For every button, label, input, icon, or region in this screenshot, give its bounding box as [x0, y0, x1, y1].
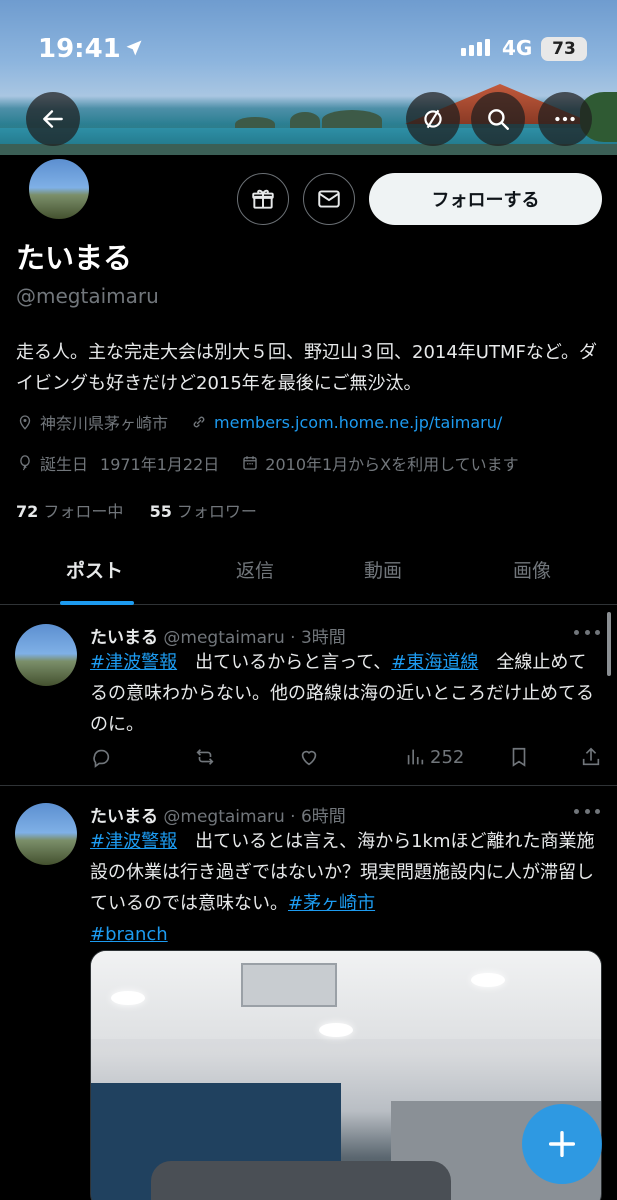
profile-joined: 2010年1月からXを利用しています — [265, 455, 519, 474]
message-button[interactable] — [303, 173, 355, 225]
display-name: たいまる — [16, 241, 133, 275]
repost-button[interactable] — [194, 746, 216, 768]
heart-icon — [301, 750, 317, 766]
hashtag-link[interactable]: #津波警報 — [90, 831, 177, 852]
bookmark-icon — [512, 747, 526, 767]
like-button[interactable] — [298, 746, 320, 768]
profile-bio: 走る人。主な完走大会は別大５回、野辺山３回、2014年UTMFなど。ダイビングも… — [16, 342, 597, 394]
tweet-more-icon[interactable] — [574, 630, 600, 638]
followers-count: 55 — [149, 502, 172, 521]
tweet-time[interactable]: 6時間 — [301, 807, 346, 827]
repost-icon — [196, 749, 214, 765]
tweet-avatar[interactable] — [15, 803, 77, 865]
profile-handle: @megtaimaru — [16, 284, 159, 308]
active-tab-indicator — [60, 601, 134, 605]
follow-button[interactable]: フォローする — [369, 173, 602, 225]
share-button[interactable] — [580, 746, 602, 768]
photo-ceiling-light — [319, 1023, 353, 1037]
envelope-icon — [318, 190, 340, 208]
tab-replies[interactable]: 返信 — [236, 556, 274, 583]
hashtag-link[interactable]: #茅ヶ崎市 — [288, 893, 375, 914]
tweet-avatar[interactable] — [15, 624, 77, 686]
tab-videos[interactable]: 動画 — [364, 556, 402, 583]
reply-icon — [93, 749, 110, 768]
profile-avatar[interactable] — [26, 156, 92, 222]
profile-tabs: ポスト 返信 動画 画像 — [0, 540, 617, 605]
tweet-author-name[interactable]: たいまる — [90, 807, 158, 827]
bookmark-button[interactable] — [508, 746, 530, 768]
tab-posts[interactable]: ポスト — [66, 556, 123, 583]
tweet-text: #津波警報 出ているとは言え、海から1kmほど離れた商業施設の休業は行き過ぎでは… — [90, 826, 602, 950]
network-type: 4G — [502, 36, 533, 60]
views-count: 252 — [430, 746, 465, 768]
link-icon — [193, 416, 205, 428]
tweet-separator: · — [290, 628, 296, 648]
more-button[interactable] — [538, 92, 592, 146]
photo-ceiling-light — [111, 991, 145, 1005]
scrollbar[interactable] — [607, 612, 611, 676]
compose-button[interactable] — [522, 1104, 602, 1184]
photo-crowd — [151, 1161, 451, 1200]
views-chart-icon — [407, 749, 424, 765]
hashtag-link[interactable]: #東海道線 — [391, 652, 478, 673]
tweet-separator: · — [290, 807, 296, 827]
profile-meta-row-2: 誕生日 1971年1月22日 2010年1月からXを利用しています — [16, 451, 519, 475]
plus-icon — [548, 1130, 576, 1158]
status-bar: 19:41 4G 73 — [0, 0, 617, 70]
following-link[interactable]: 72 フォロー中 — [16, 502, 123, 521]
photo-ceiling-vent — [241, 963, 337, 1007]
arrow-left-icon — [43, 110, 63, 128]
following-label: フォロー中 — [43, 502, 124, 521]
hide-button[interactable] — [406, 92, 460, 146]
search-icon — [488, 109, 509, 130]
battery-icon: 73 — [541, 37, 587, 61]
tweet-time[interactable]: 3時間 — [301, 628, 346, 648]
tab-images[interactable]: 画像 — [513, 556, 551, 583]
photo-ceiling-light — [471, 973, 505, 987]
following-count: 72 — [16, 502, 39, 521]
gift-button[interactable] — [237, 173, 289, 225]
calendar-icon — [243, 456, 257, 470]
followers-link[interactable]: 55 フォロワー — [150, 502, 257, 521]
tweet-more-icon[interactable] — [574, 809, 600, 817]
banner-reef — [0, 144, 617, 155]
tweet-author-handle: @megtaimaru — [163, 628, 285, 648]
hashtag-link[interactable]: #津波警報 — [90, 652, 177, 673]
share-icon — [582, 747, 600, 766]
balloon-icon — [20, 455, 30, 471]
reply-button[interactable] — [90, 746, 112, 768]
tweet[interactable]: たいまる @megtaimaru · 3時間 #津波警報 出ているからと言って、… — [0, 606, 617, 786]
tweet-author-name[interactable]: たいまる — [90, 628, 158, 648]
profile-birthday: 1971年1月22日 — [100, 455, 220, 474]
banner-island — [322, 110, 382, 130]
profile-website-link[interactable]: members.jcom.home.ne.jp/taimaru/ — [214, 413, 502, 432]
profile-meta-row-1: 神奈川県茅ヶ崎市 members.jcom.home.ne.jp/taimaru… — [16, 410, 502, 434]
profile-location: 神奈川県茅ヶ崎市 — [40, 414, 169, 433]
tweet-media-image[interactable] — [90, 950, 602, 1200]
followers-label: フォロワー — [176, 502, 257, 521]
gift-icon — [252, 189, 274, 209]
tweet-text: #津波警報 出ているからと言って、#東海道線 全線止めてるの意味わからない。他の… — [90, 647, 602, 740]
tweet-author-handle: @megtaimaru — [163, 807, 285, 827]
more-horizontal-icon — [555, 116, 575, 122]
views-button[interactable]: 252 — [404, 746, 464, 768]
eye-slash-icon — [424, 109, 442, 129]
tweet-actions: 252 — [90, 746, 602, 772]
follow-counts: 72 フォロー中 55 フォロワー — [16, 498, 257, 522]
tweet-text-part: 出ているからと言って、 — [177, 652, 392, 673]
back-button[interactable] — [26, 92, 80, 146]
cellular-signal-icon — [461, 39, 490, 56]
tweet-header: たいまる @megtaimaru · 6時間 — [90, 802, 346, 827]
location-arrow-icon — [126, 40, 142, 56]
hashtag-link[interactable]: #branch — [90, 924, 168, 945]
birthday-label: 誕生日 — [40, 455, 89, 474]
location-pin-icon — [19, 415, 31, 430]
search-button[interactable] — [471, 92, 525, 146]
status-time: 19:41 — [38, 34, 121, 64]
tweet-header: たいまる @megtaimaru · 3時間 — [90, 623, 346, 648]
